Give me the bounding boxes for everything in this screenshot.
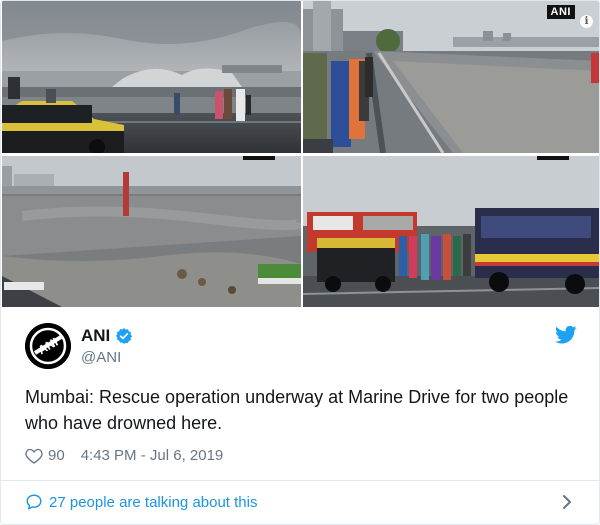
tweet-timestamp[interactable]: 4:43 PM - Jul 6, 2019 [81,447,224,464]
photo-grid: ANI i [1,1,599,307]
embedded-tweet-card[interactable]: ANI i ANI ANI @ANI Mumbai: Rescue operat… [0,0,600,525]
heart-outline-icon[interactable] [25,447,43,464]
ani-watermark-strip [243,156,275,160]
ani-watermark: ANI [546,5,575,19]
photo-4-image [303,156,599,307]
photo-1-image [2,1,301,153]
photo-2-image [303,1,599,153]
divider [1,480,599,481]
tweet-text: Mumbai: Rescue operation underway at Mar… [25,387,569,433]
ani-logo-icon: ANI [25,323,71,369]
user-handle[interactable]: @ANI [81,349,121,366]
ani-watermark-strip [537,156,569,160]
display-name[interactable]: ANI [81,326,110,346]
speech-bubble-icon [25,493,43,511]
name-row: ANI [81,326,133,346]
chevron-right-icon[interactable] [557,492,577,512]
photo-marine-drive-waves[interactable] [2,1,301,153]
info-icon[interactable]: i [580,15,593,28]
photo-crowd-promenade[interactable]: ANI i [303,1,599,153]
tweet-meta: 90 4:43 PM - Jul 6, 2019 [25,444,223,466]
conversation-count-text: 27 people are talking about this [49,493,258,511]
twitter-bird-icon[interactable] [555,325,577,345]
like-count[interactable]: 90 [48,447,65,464]
verified-badge-icon [115,327,133,345]
tweet-header: ANI ANI @ANI [25,323,577,371]
conversation-link[interactable]: 27 people are talking about this [25,490,577,514]
photo-debris-seafront[interactable] [2,156,301,307]
avatar[interactable]: ANI [25,323,71,369]
photo-rescue-vehicles[interactable] [303,156,599,307]
photo-3-image [2,156,301,307]
